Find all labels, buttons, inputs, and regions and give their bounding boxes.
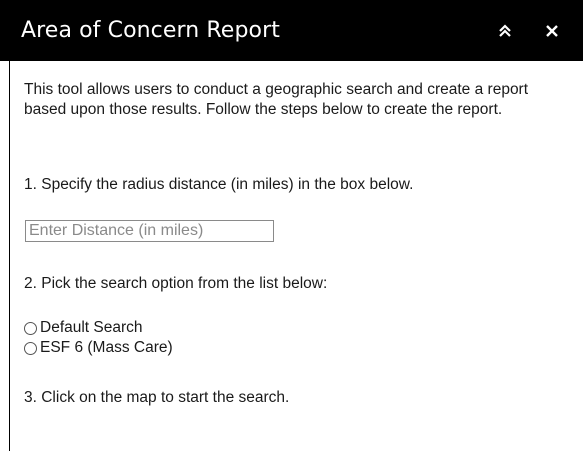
step-1-instruction: 1. Specify the radius distance (in miles… bbox=[24, 176, 414, 193]
radio-label: Default Search bbox=[40, 319, 143, 336]
intro-text: This tool allows users to conduct a geog… bbox=[24, 81, 529, 118]
close-icon bbox=[546, 24, 558, 37]
collapse-button[interactable] bbox=[490, 0, 520, 61]
step-2-instruction: 2. Pick the search option from the list … bbox=[24, 275, 328, 292]
step-3-instruction: 3. Click on the map to start the search. bbox=[24, 389, 290, 406]
radio-button[interactable] bbox=[24, 341, 37, 355]
radio-button[interactable] bbox=[24, 321, 37, 335]
panel-body: This tool allows users to conduct a geog… bbox=[24, 80, 564, 406]
area-of-concern-panel: Area of Concern Report This tool allows … bbox=[0, 0, 583, 451]
panel-left-border bbox=[9, 61, 10, 451]
radio-default-search[interactable]: Default Search bbox=[24, 318, 143, 338]
close-button[interactable] bbox=[537, 0, 567, 61]
radio-esf6-mass-care[interactable]: ESF 6 (Mass Care) bbox=[24, 338, 173, 358]
distance-input[interactable] bbox=[25, 220, 274, 242]
radio-label: ESF 6 (Mass Care) bbox=[40, 339, 173, 356]
panel-header: Area of Concern Report bbox=[0, 0, 583, 61]
double-chevron-up-icon bbox=[499, 23, 511, 37]
